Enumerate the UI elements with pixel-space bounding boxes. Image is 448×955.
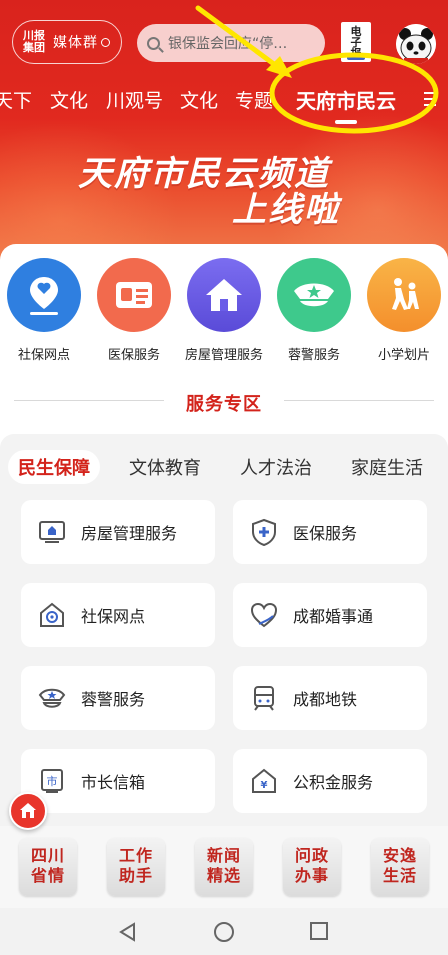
tab-culture[interactable]: 文化 (50, 86, 88, 113)
tab-culture-2[interactable]: 文化 (180, 86, 218, 113)
bottom-dock: 四川 省情 工作 助手 新闻 精选 问政 办事 安逸 生活 (0, 826, 448, 908)
tile-housing-service[interactable]: 房屋管理服务 (21, 500, 215, 564)
zone-tab-talent-law[interactable]: 人才法治 (240, 454, 312, 480)
quick-service-label: 蓉警服务 (287, 348, 340, 363)
tile-label: 蓉警服务 (81, 690, 146, 709)
avatar[interactable] (396, 24, 436, 64)
panda-avatar-icon (396, 24, 436, 64)
quick-service-label: 医保服务 (107, 348, 160, 363)
tile-label: 房屋管理服务 (81, 524, 178, 543)
quick-service-housing[interactable]: 房屋管理服务 (179, 258, 269, 363)
zone-tab-family-life[interactable]: 家庭生活 (351, 454, 423, 480)
dock-work-assistant[interactable]: 工作 助手 (107, 838, 165, 896)
tile-label: 成都地铁 (293, 690, 358, 709)
dock-government-affairs[interactable]: 问政 办事 (283, 838, 341, 896)
tile-social-security-outlets[interactable]: 社保网点 (21, 583, 215, 647)
service-zone: 民生保障 文体教育 人才法治 家庭生活 房屋管理服务 医保服务 社保网点 成都婚… (0, 434, 448, 874)
tile-label: 成都婚事通 (293, 607, 374, 626)
id-card-icon (97, 258, 171, 332)
dock-leisure-life[interactable]: 安逸 生活 (371, 838, 429, 896)
active-tab-indicator (335, 120, 357, 124)
recent-apps-icon[interactable] (310, 922, 328, 940)
media-group-switcher[interactable]: 川报 集团 媒体群 (12, 20, 122, 64)
tile-label: 市长信箱 (81, 773, 146, 792)
home-circle-icon[interactable] (214, 922, 234, 942)
brand-logo: 川报 集团 (23, 29, 45, 54)
system-navbar (0, 908, 448, 955)
zone-tab-culture-education[interactable]: 文体教育 (129, 454, 201, 480)
yuan-house-icon: ¥ (252, 768, 276, 793)
switch-icon (101, 37, 110, 47)
tile-medical-insurance[interactable]: 医保服务 (233, 500, 427, 564)
shield-plus-icon (252, 518, 276, 547)
metro-train-icon (254, 686, 274, 711)
police-cap-icon (38, 688, 66, 708)
banner-subheadline: 上线啦 (232, 190, 340, 230)
quick-service-label: 小学划片 (377, 348, 430, 363)
tab-tianxia[interactable]: 天下 (0, 86, 32, 113)
tile-police-service[interactable]: 蓉警服务 (21, 666, 215, 730)
walking-kids-icon (367, 258, 441, 332)
media-group-label: 媒体群 (53, 35, 98, 51)
back-icon[interactable] (118, 922, 138, 942)
dock-sichuan-overview[interactable]: 四川 省情 (19, 838, 77, 896)
svg-text:市: 市 (47, 774, 58, 788)
menu-icon[interactable] (424, 92, 436, 108)
mailbox-icon: 市 (41, 769, 63, 793)
tab-tianfu-citizen-cloud[interactable]: 天府市民云 (296, 85, 396, 114)
home-button[interactable] (9, 792, 47, 830)
section-title: 服务专区 (0, 390, 448, 416)
tile-mayor-mailbox[interactable]: 市 市长信箱 (21, 749, 215, 813)
quick-service-medical-insurance[interactable]: 医保服务 (89, 258, 179, 363)
location-pin-icon (7, 258, 81, 332)
channel-tabs: 天下 文化 川观号 文化 专题 天府市民云 (0, 82, 448, 118)
content-card: 社保网点 医保服务 房屋管理服务 蓉警服务 小学划片 服务专区 民生保障 文体教… (0, 244, 448, 874)
tile-label: 社保网点 (81, 607, 146, 626)
quick-service-label: 社保网点 (17, 348, 70, 363)
quick-service-social-security[interactable]: 社保网点 (0, 258, 89, 363)
quick-service-label: 房屋管理服务 (184, 348, 263, 363)
home-icon (20, 803, 36, 818)
search-placeholder: 银保监会回应“停… (168, 36, 288, 52)
epaper-label: 电子报 (350, 25, 362, 60)
search-input[interactable]: 银保监会回应“停… (137, 24, 325, 62)
tile-chengdu-metro[interactable]: 成都地铁 (233, 666, 427, 730)
monitor-house-icon (39, 521, 65, 543)
quick-services: 社保网点 医保服务 房屋管理服务 蓉警服务 小学划片 (0, 258, 448, 368)
zone-tab-livelihood[interactable]: 民生保障 (8, 450, 100, 484)
tab-topics[interactable]: 专题 (235, 86, 273, 113)
svg-text:¥: ¥ (261, 780, 268, 791)
tile-label: 公积金服务 (293, 773, 374, 792)
quick-service-school-district[interactable]: 小学划片 (359, 258, 448, 363)
tile-chengdu-marriage[interactable]: 成都婚事通 (233, 583, 427, 647)
house-icon (187, 258, 261, 332)
police-cap-icon (277, 258, 351, 332)
epaper-button[interactable]: 电子报 (341, 22, 371, 62)
search-icon (147, 36, 160, 50)
tile-housing-fund[interactable]: ¥ 公积金服务 (233, 749, 427, 813)
tile-label: 医保服务 (293, 524, 358, 543)
quick-service-police[interactable]: 蓉警服务 (269, 258, 359, 363)
home-location-icon (40, 602, 64, 627)
tab-chuanguanhao[interactable]: 川观号 (106, 86, 163, 113)
heart-icon (250, 602, 278, 628)
dock-news-picks[interactable]: 新闻 精选 (195, 838, 253, 896)
